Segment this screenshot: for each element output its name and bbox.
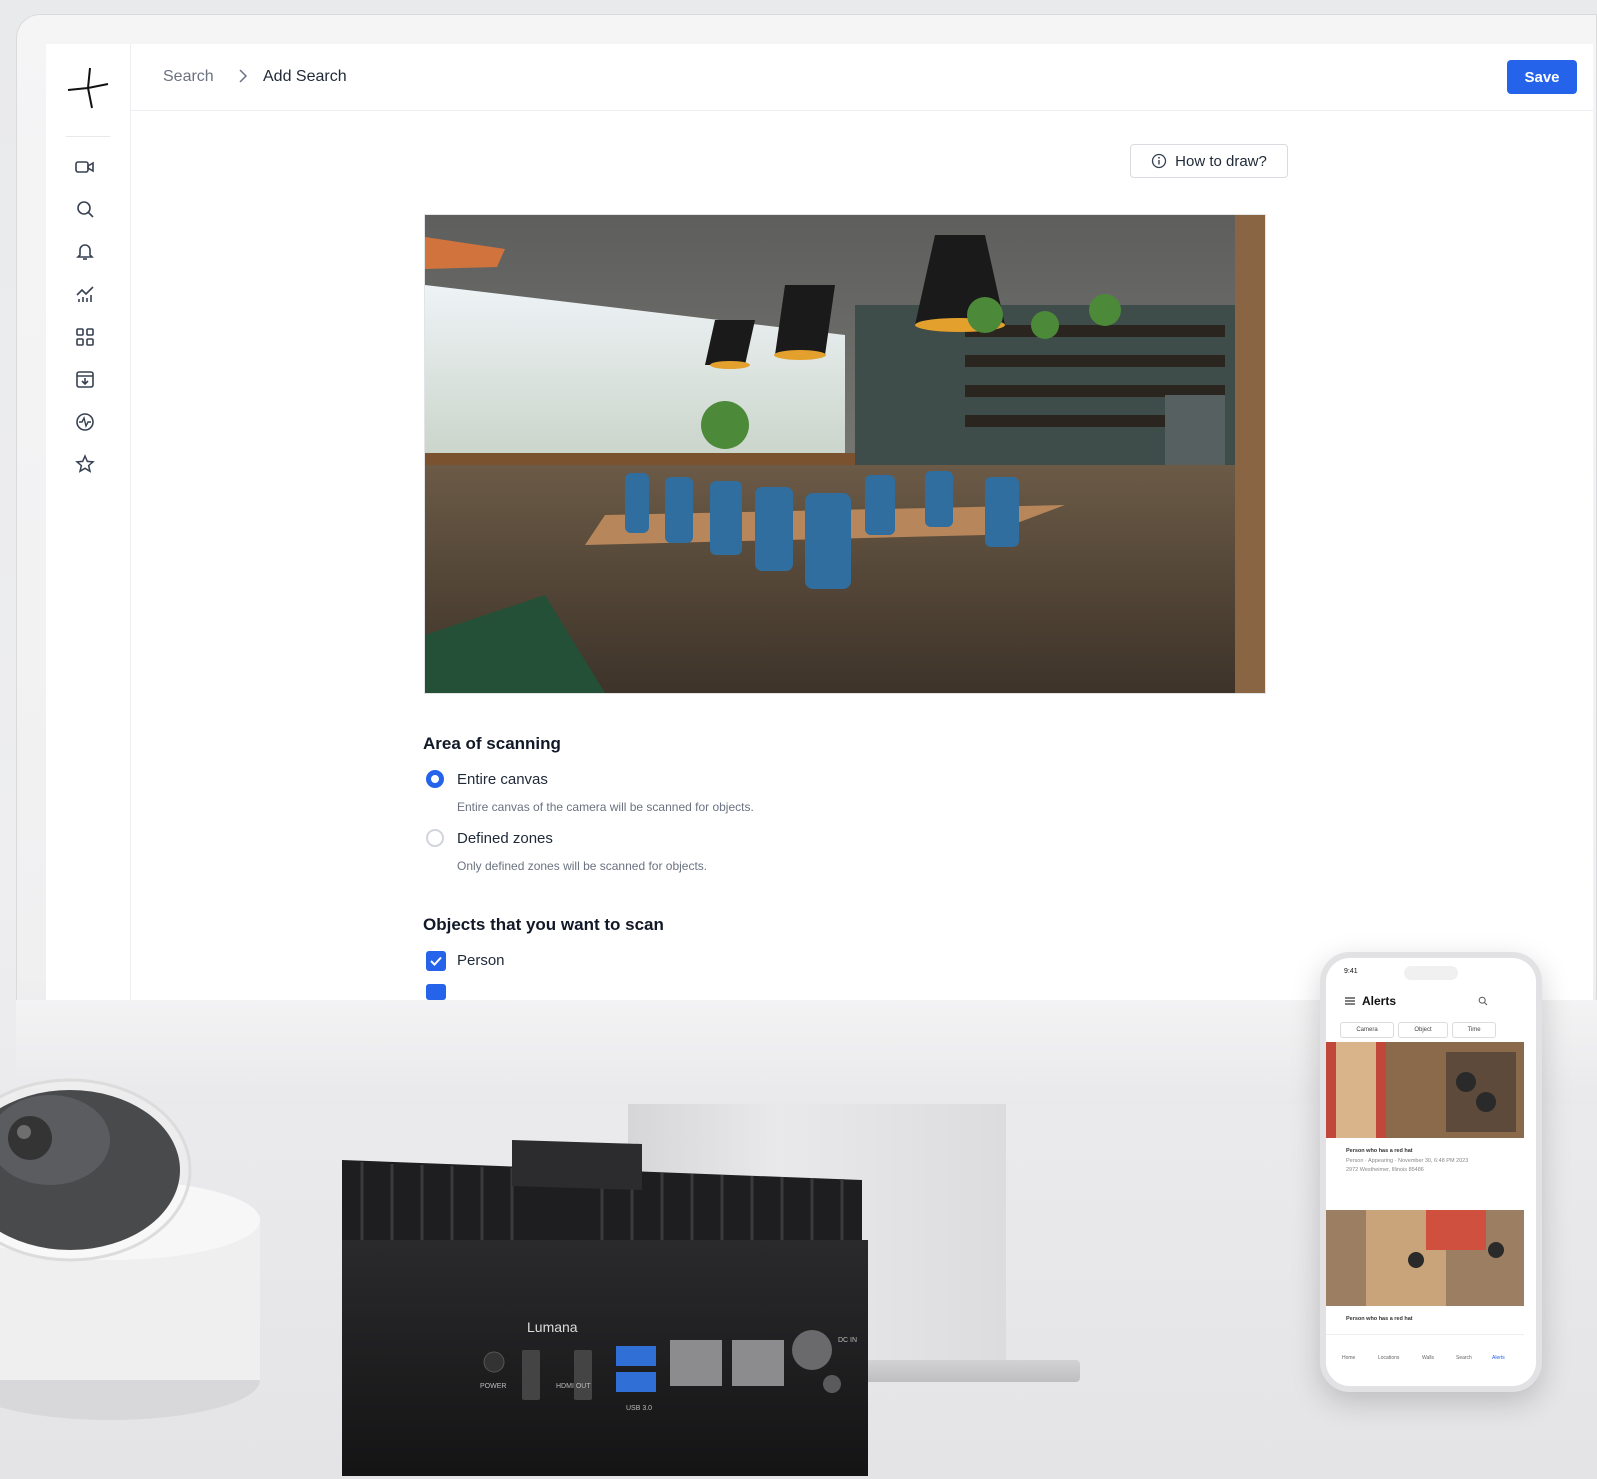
save-button[interactable]: Save <box>1507 60 1577 94</box>
phone-tab-alerts[interactable]: Alerts <box>1492 1355 1505 1361</box>
person-label[interactable]: Person <box>457 952 505 969</box>
checkmark-icon <box>430 956 442 966</box>
info-icon <box>1151 153 1167 169</box>
how-to-draw-button[interactable]: How to draw? <box>1130 144 1288 178</box>
device-usb-label: USB 3.0 <box>626 1405 652 1412</box>
phone-search-icon[interactable] <box>1478 996 1488 1006</box>
search-icon[interactable] <box>74 198 96 220</box>
area-of-scanning-title: Area of scanning <box>423 734 561 753</box>
dome-camera-image <box>0 1078 260 1420</box>
objects-title: Objects that you want to scan <box>423 915 664 934</box>
chart-icon[interactable] <box>74 283 96 305</box>
phone-alert-1-address: 2972 Westheimer, Illinois 85486 <box>1346 1167 1424 1173</box>
checkbox-next-object[interactable] <box>426 984 446 1000</box>
entire-canvas-help: Entire canvas of the camera will be scan… <box>457 800 754 814</box>
phone-tab-locations[interactable]: Locations <box>1378 1355 1399 1361</box>
phone-alert-image-1[interactable] <box>1326 1042 1524 1138</box>
defined-zones-help: Only defined zones will be scanned for o… <box>457 859 708 873</box>
camera-snapshot <box>425 215 1265 693</box>
phone-alert-2-title[interactable]: Person who has a red hat <box>1346 1316 1413 1322</box>
top-bar: Search Add Search Save <box>130 44 1593 111</box>
phone-tab-bar: Home Locations Walls Search Alerts <box>1326 1334 1524 1375</box>
phone-alerts-title: Alerts <box>1362 994 1397 1008</box>
device-hdmi-label: HDMI OUT <box>556 1383 591 1390</box>
menu-icon[interactable] <box>1344 996 1356 1006</box>
chevron-right-icon <box>239 69 248 83</box>
checkbox-person[interactable] <box>426 951 446 971</box>
video-camera-icon[interactable] <box>74 156 96 178</box>
phone-time: 9:41 <box>1344 968 1358 975</box>
entire-canvas-label[interactable]: Entire canvas <box>457 771 548 788</box>
phone-alert-image-2[interactable] <box>1326 1210 1524 1306</box>
breadcrumb-current: Add Search <box>263 68 347 85</box>
how-to-draw-label: How to draw? <box>1175 152 1267 170</box>
device-brand: Lumana <box>527 1319 578 1335</box>
phone-alert-1-title[interactable]: Person who has a red hat <box>1346 1148 1413 1154</box>
phone-filter-time[interactable]: Time <box>1452 1022 1496 1038</box>
phone-alert-1-meta: Person · Appearing · November 30, 6:48 P… <box>1346 1158 1469 1164</box>
sidebar-divider <box>66 136 110 137</box>
device-power-label: POWER <box>480 1383 506 1390</box>
star-icon[interactable] <box>74 453 96 475</box>
phone-tab-search[interactable]: Search <box>1456 1355 1472 1361</box>
phone-filter-camera[interactable]: Camera <box>1340 1022 1394 1038</box>
phone-filter-object[interactable]: Object <box>1398 1022 1448 1038</box>
defined-zones-label[interactable]: Defined zones <box>457 830 553 847</box>
radio-entire-canvas[interactable] <box>426 770 444 788</box>
sidebar <box>46 44 131 1000</box>
archive-download-icon[interactable] <box>74 368 96 390</box>
lumana-nvr-device: Lumana POWER HDMI OUT USB 3.0 DC IN <box>342 1140 868 1476</box>
phone-tab-home[interactable]: Home <box>1342 1355 1355 1361</box>
device-dc-label: DC IN <box>838 1337 857 1344</box>
mobile-phone: 9:41 Alerts Camera Object Time Person wh… <box>1320 952 1542 1392</box>
app-screen: Search Add Search Save How to draw? Area… <box>46 44 1593 1000</box>
bell-icon[interactable] <box>74 240 96 262</box>
breadcrumb-search[interactable]: Search <box>163 68 214 86</box>
phone-tab-walls[interactable]: Walls <box>1422 1355 1434 1361</box>
pulse-icon[interactable] <box>74 411 96 433</box>
lumana-logo <box>67 67 109 109</box>
phone-dynamic-island <box>1404 966 1458 980</box>
camera-canvas[interactable] <box>424 214 1266 694</box>
grid-icon[interactable] <box>74 326 96 348</box>
radio-defined-zones[interactable] <box>426 829 444 847</box>
